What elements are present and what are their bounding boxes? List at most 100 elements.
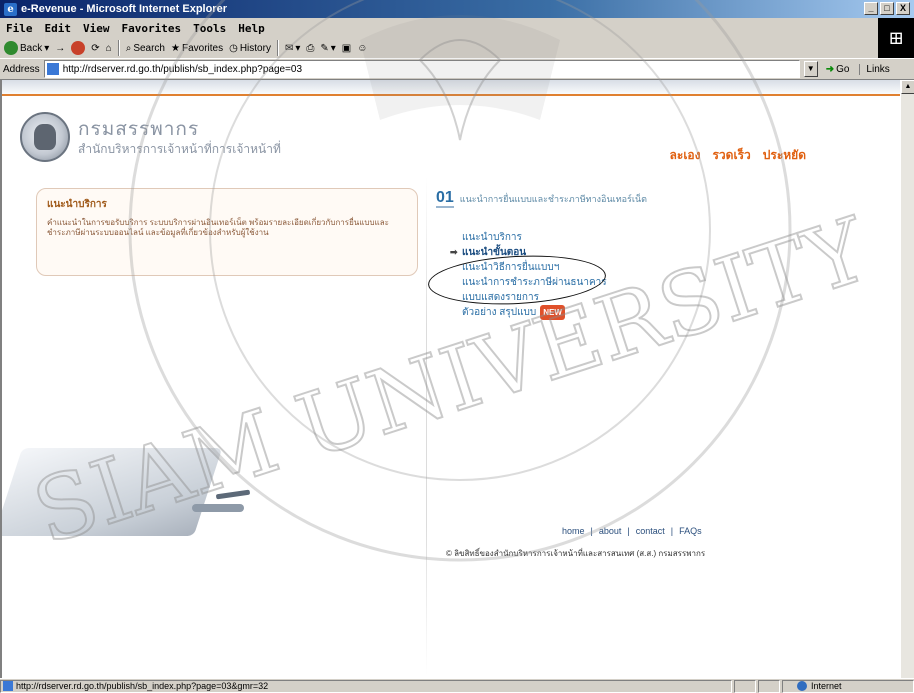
section-number: 01 bbox=[436, 189, 454, 208]
go-arrow-icon: ➜ bbox=[825, 63, 835, 75]
close-button[interactable]: X bbox=[896, 2, 910, 15]
menu-bar: File Edit View Favorites Tools Help bbox=[0, 18, 914, 38]
menu-item-examples[interactable]: ตัวอย่าง สรุปแบบ NEW bbox=[450, 305, 650, 320]
windows-throbber-logo: ⊞ bbox=[878, 18, 914, 58]
status-cell bbox=[758, 679, 780, 693]
footer-link-about[interactable]: about bbox=[599, 526, 622, 536]
menu-tools[interactable]: Tools bbox=[193, 22, 226, 35]
toolbar-separator bbox=[276, 40, 279, 56]
refresh-button[interactable]: ⟳ bbox=[91, 43, 99, 54]
history-icon: ◷ bbox=[229, 42, 238, 54]
footer-link-home[interactable]: home bbox=[562, 526, 585, 536]
window-title: e-Revenue - Microsoft Internet Explorer bbox=[21, 3, 227, 15]
history-button[interactable]: ◷ History bbox=[229, 43, 271, 54]
dropdown-arrow-icon: ▾ bbox=[330, 42, 336, 54]
discuss-button[interactable]: ▣ bbox=[342, 43, 351, 54]
window-controls: _ □ X bbox=[864, 2, 910, 15]
search-button[interactable]: ⌕ Search bbox=[126, 43, 165, 54]
column-divider bbox=[426, 176, 427, 676]
window-title-bar: e e-Revenue - Microsoft Internet Explore… bbox=[0, 0, 914, 18]
section-header: 01 แนะนำการยื่นแบบและชำระภาษีทางอินเทอร์… bbox=[436, 190, 647, 208]
messenger-button[interactable]: ☺ bbox=[357, 43, 367, 54]
stop-icon bbox=[71, 41, 86, 55]
section-title: แนะนำการยื่นแบบและชำระภาษีทางอินเทอร์เน็… bbox=[459, 194, 647, 204]
status-cell bbox=[734, 679, 756, 693]
print-button[interactable]: ⎙ bbox=[306, 43, 314, 54]
links-button[interactable]: Links bbox=[859, 63, 890, 75]
page-icon bbox=[46, 63, 59, 75]
favorites-icon: ★ bbox=[171, 42, 180, 54]
site-logo-subtitle: สำนักบริหารการเจ้าหน้าที่การเจ้าหน้าที่ bbox=[78, 142, 281, 156]
page-icon bbox=[3, 681, 13, 691]
new-badge: NEW bbox=[540, 305, 565, 320]
dropdown-arrow-icon: ▾ bbox=[44, 42, 50, 54]
menu-item-service-intro[interactable]: แนะนำบริการ bbox=[450, 230, 650, 245]
footer-link-contact[interactable]: contact bbox=[636, 526, 665, 536]
edit-icon: ✎ bbox=[320, 42, 329, 54]
footer-link-faqs[interactable]: FAQs bbox=[679, 526, 702, 536]
footer-links: home | about | contact | FAQs bbox=[562, 526, 702, 536]
scroll-up-arrow-icon[interactable]: ▲ bbox=[901, 80, 914, 94]
status-bar: http://rdserver.rd.go.th/publish/sb_inde… bbox=[0, 678, 914, 693]
search-icon: ⌕ bbox=[125, 42, 132, 54]
forward-button[interactable]: → bbox=[55, 43, 65, 54]
forward-arrow-icon: → bbox=[55, 42, 66, 54]
laptop-illustration bbox=[2, 398, 302, 548]
windows-flag-icon: ⊞ bbox=[888, 27, 904, 49]
zone-label: Internet bbox=[811, 681, 842, 691]
history-label: History bbox=[239, 42, 271, 54]
address-label: Address bbox=[3, 63, 40, 75]
mail-button[interactable]: ✉ ▾ bbox=[285, 43, 300, 54]
topnav-item[interactable]: ละเอง bbox=[670, 146, 701, 165]
top-navigation: ละเอง รวดเร็ว ประหยัด bbox=[670, 146, 806, 165]
globe-icon bbox=[797, 681, 807, 691]
discuss-icon: ▣ bbox=[341, 42, 352, 54]
status-url-cell: http://rdserver.rd.go.th/publish/sb_inde… bbox=[0, 679, 732, 693]
header-rule bbox=[2, 94, 900, 96]
favorites-label: Favorites bbox=[181, 42, 224, 54]
security-zone: Internet bbox=[782, 679, 914, 693]
ie-logo-icon: e bbox=[4, 2, 17, 16]
menu-item-label: ตัวอย่าง สรุปแบบ bbox=[462, 307, 537, 318]
topnav-item[interactable]: รวดเร็ว bbox=[712, 146, 750, 165]
menu-edit[interactable]: Edit bbox=[45, 22, 72, 35]
panel-text: คำแนะนำในการขอรับบริการ ระบบบริการผ่านอิ… bbox=[47, 218, 389, 237]
home-button[interactable]: ⌂ bbox=[106, 43, 112, 54]
minimize-button[interactable]: _ bbox=[864, 2, 878, 15]
page-content: กรมสรรพากร สำนักบริหารการเจ้าหน้าที่การเ… bbox=[0, 80, 900, 678]
edit-button[interactable]: ✎ ▾ bbox=[320, 43, 335, 54]
address-input[interactable]: http://rdserver.rd.go.th/publish/sb_inde… bbox=[43, 60, 800, 78]
search-label: Search bbox=[133, 42, 165, 54]
arrow-bullet-icon: ➡ bbox=[450, 247, 458, 257]
menu-file[interactable]: File bbox=[6, 22, 33, 35]
copyright-text: © ลิขสิทธิ์ของสำนักบริหารการเจ้าหน้าที่แ… bbox=[446, 549, 706, 558]
address-url: http://rdserver.rd.go.th/publish/sb_inde… bbox=[62, 63, 303, 75]
home-icon: ⌂ bbox=[105, 42, 112, 54]
address-dropdown-button[interactable]: ▼ bbox=[803, 61, 818, 77]
dropdown-arrow-icon: ▾ bbox=[295, 42, 301, 54]
menu-view[interactable]: View bbox=[83, 22, 110, 35]
revenue-department-seal-logo bbox=[20, 112, 70, 162]
go-button[interactable]: ➜ Go bbox=[826, 64, 850, 75]
toolbar: Back ▾ → ⟳ ⌂ ⌕ Search ★ Favorites ◷ Hist… bbox=[0, 38, 878, 58]
stop-button[interactable] bbox=[71, 41, 86, 55]
print-icon: ⎙ bbox=[306, 42, 315, 54]
back-label: Back bbox=[20, 42, 43, 54]
messenger-icon: ☺ bbox=[357, 42, 368, 54]
topnav-item[interactable]: ประหยัด bbox=[763, 146, 806, 165]
favorites-button[interactable]: ★ Favorites bbox=[171, 43, 223, 54]
panel-heading: แนะนำบริการ bbox=[47, 199, 107, 210]
maximize-button[interactable]: □ bbox=[880, 2, 894, 15]
mail-icon: ✉ bbox=[284, 42, 294, 54]
service-menu: แนะนำบริการ ➡ แนะนำขั้นตอน แนะนำวิธีการย… bbox=[426, 230, 650, 320]
service-section: 01 แนะนำการยื่นแบบและชำระภาษีทางอินเทอร์… bbox=[426, 190, 647, 320]
status-url: http://rdserver.rd.go.th/publish/sb_inde… bbox=[16, 681, 269, 691]
menu-item-label: แนะนำบริการ bbox=[462, 232, 522, 243]
service-intro-panel: แนะนำบริการ คำแนะนำในการขอรับบริการ ระบบ… bbox=[36, 188, 418, 276]
menu-favorites[interactable]: Favorites bbox=[122, 22, 182, 35]
refresh-icon: ⟳ bbox=[91, 42, 100, 54]
menu-help[interactable]: Help bbox=[238, 22, 265, 35]
back-button[interactable]: Back ▾ bbox=[4, 41, 49, 55]
vertical-scrollbar[interactable]: ▲ bbox=[900, 80, 914, 678]
back-arrow-icon bbox=[4, 41, 18, 55]
